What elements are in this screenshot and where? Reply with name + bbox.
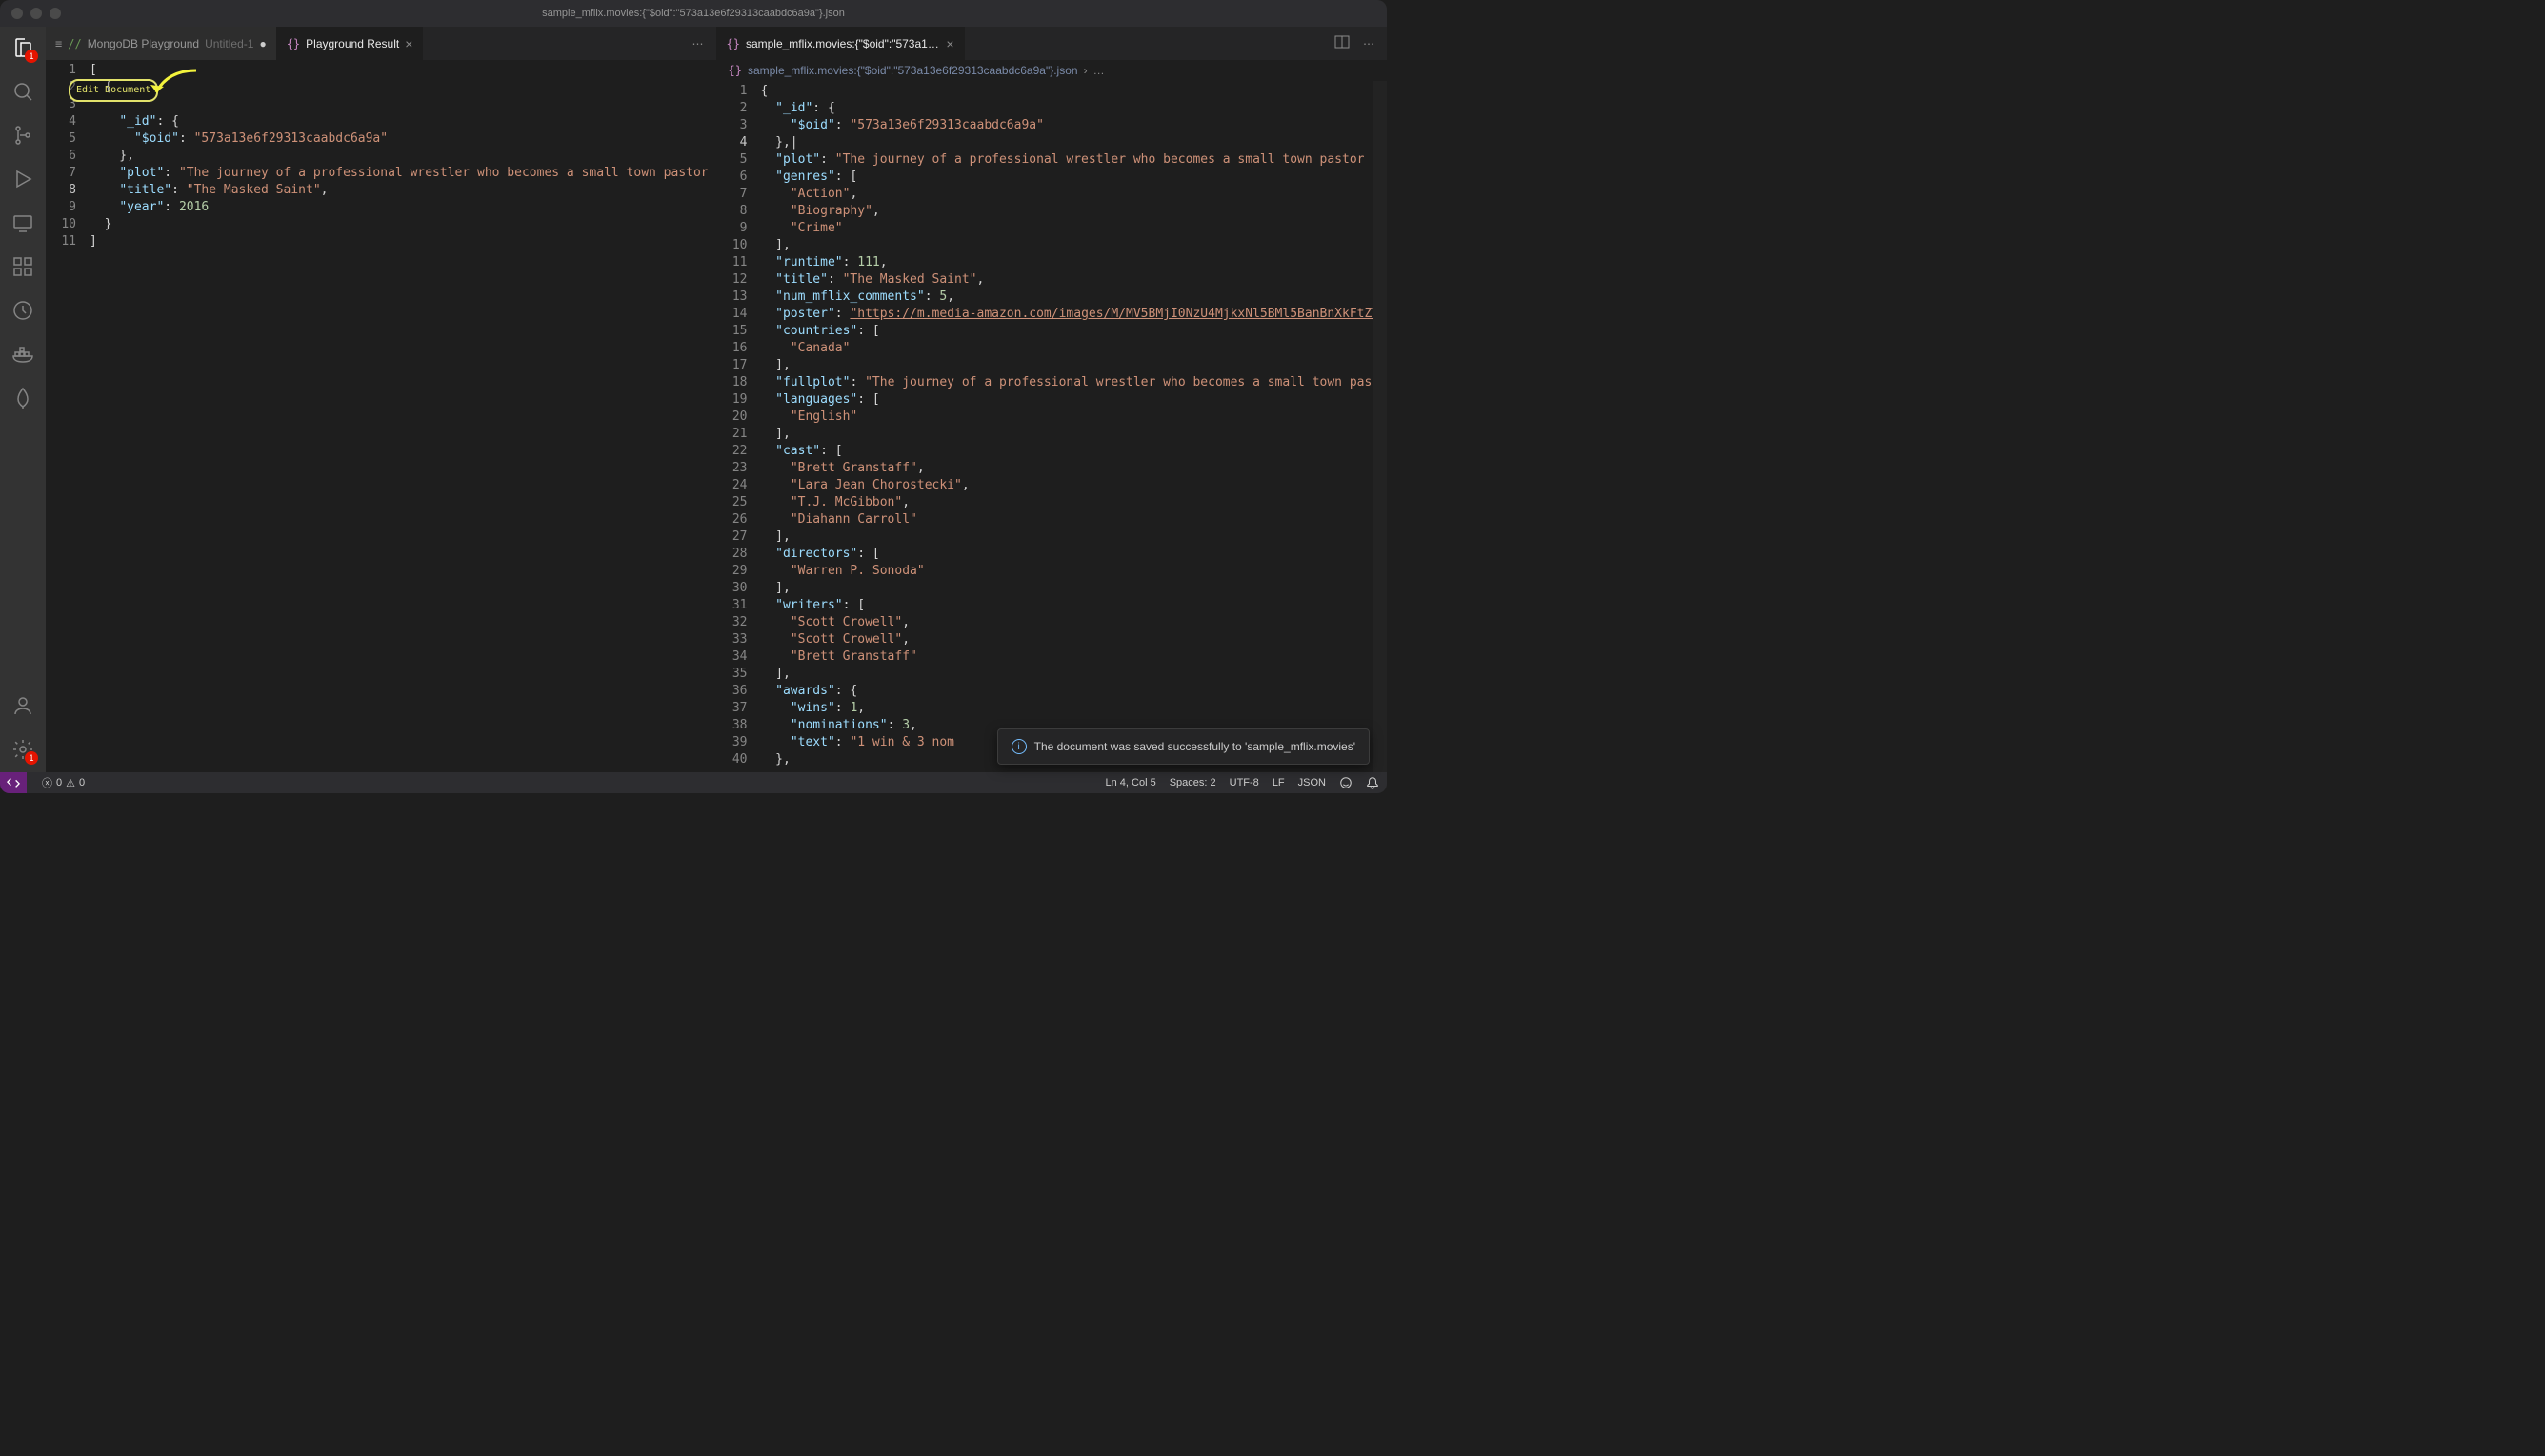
maximize-window-icon[interactable] [50,8,61,19]
account-icon[interactable] [10,692,36,719]
warning-count: 0 [79,777,85,788]
explorer-badge: 1 [25,50,38,63]
more-actions-icon[interactable]: ⋯ [1360,37,1377,50]
breadcrumb-text[interactable]: sample_mflix.movies:{"$oid":"573a13e6f29… [748,64,1078,77]
minimap[interactable] [1373,81,1387,772]
split-editor-icon[interactable] [1333,34,1351,52]
status-bar: ⓧ 0 ⚠ 0 Ln 4, Col 5 Spaces: 2 UTF-8 LF JSO… [0,772,1387,793]
explorer-icon[interactable]: 1 [10,34,36,61]
activity-bar: 1 [0,27,46,772]
info-icon: i [1012,739,1027,754]
window-title: sample_mflix.movies:{"$oid":"573a13e6f29… [10,8,1377,19]
close-tab-icon[interactable]: × [946,36,953,51]
cursor-position[interactable]: Ln 4, Col 5 [1106,777,1156,788]
line-gutter-right: 1234567891011121314151617181920212223242… [717,81,761,772]
json-file-icon: {} [729,64,742,77]
code-content-left[interactable]: [ { "_id": { "$oid": "573a13e6f29313caab… [90,60,716,772]
tab-label: sample_mflix.movies:{"$oid":"573a13e6f29… [746,37,940,50]
docker-icon[interactable] [10,341,36,368]
breadcrumb-right[interactable]: {} sample_mflix.movies:{"$oid":"573a13e6… [717,60,1388,81]
indentation[interactable]: Spaces: 2 [1170,777,1216,788]
line-gutter-left: 1234567891011 [46,60,90,772]
tab-label: Playground Result [306,37,399,50]
notification-text: The document was saved successfully to '… [1034,740,1355,753]
comment-icon: // [68,37,81,50]
settings-badge: 1 [25,751,38,765]
tabs-row-right: {} sample_mflix.movies:{"$oid":"573a13e6… [717,27,1388,60]
tab-mongodb-playground[interactable]: ≡ // MongoDB Playground Untitled-1 ● [46,27,277,60]
feedback-icon[interactable] [1339,776,1353,789]
settings-gear-icon[interactable]: 1 [10,736,36,763]
minimize-window-icon[interactable] [30,8,42,19]
notifications-icon[interactable] [1366,776,1379,789]
close-window-icon[interactable] [11,8,23,19]
tabs-row-left: ≡ // MongoDB Playground Untitled-1 ● {} … [46,27,716,60]
eol[interactable]: LF [1272,777,1285,788]
code-editor-right[interactable]: 1234567891011121314151617181920212223242… [717,81,1388,772]
tab-suffix: Untitled-1 [205,37,253,50]
title-bar: sample_mflix.movies:{"$oid":"573a13e6f29… [0,0,1387,27]
tab-playground-result[interactable]: {} Playground Result × [277,27,424,60]
close-tab-icon[interactable]: × [405,36,412,51]
tab-label: MongoDB Playground [88,37,199,50]
code-content-right[interactable]: { "_id": { "$oid": "573a13e6f29313caabdc… [761,81,1374,772]
playground-file-icon: ≡ [55,37,62,50]
testing-icon[interactable] [10,297,36,324]
problems-indicator[interactable]: ⓧ 0 ⚠ 0 [42,775,85,790]
run-debug-icon[interactable] [10,166,36,192]
error-icon: ⓧ [42,775,52,790]
search-icon[interactable] [10,78,36,105]
code-editor-left[interactable]: Edit Document 1234567891011 [ { "_id": {… [46,60,716,772]
error-count: 0 [56,777,62,788]
mongodb-icon[interactable] [10,385,36,411]
dirty-indicator-icon: ● [259,37,266,50]
breadcrumb-more[interactable]: … [1093,64,1105,77]
extensions-icon[interactable] [10,253,36,280]
more-actions-icon[interactable]: ⋯ [690,37,707,50]
json-file-icon: {} [287,37,300,50]
editor-group-right: {} sample_mflix.movies:{"$oid":"573a13e6… [717,27,1388,772]
json-file-icon: {} [727,37,740,50]
language-mode[interactable]: JSON [1298,777,1326,788]
chevron-right-icon: › [1084,64,1088,77]
save-success-notification[interactable]: i The document was saved successfully to… [997,728,1370,765]
tab-document-json[interactable]: {} sample_mflix.movies:{"$oid":"573a13e6… [717,27,965,60]
remote-explorer-icon[interactable] [10,209,36,236]
warning-icon: ⚠ [66,777,75,789]
edit-document-codelens[interactable]: Edit Document [69,79,158,102]
editor-group-left: ≡ // MongoDB Playground Untitled-1 ● {} … [46,27,717,772]
encoding[interactable]: UTF-8 [1230,777,1259,788]
remote-indicator-icon[interactable] [0,772,27,793]
window-controls[interactable] [11,8,61,19]
source-control-icon[interactable] [10,122,36,149]
